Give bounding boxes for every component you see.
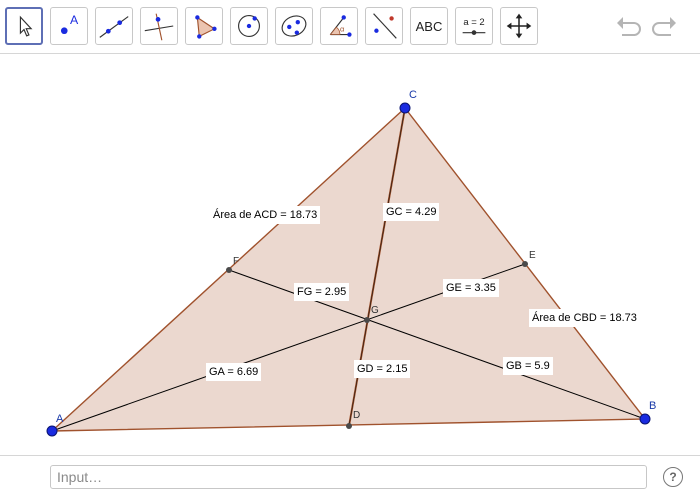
- point-c[interactable]: [399, 102, 411, 114]
- polygon-icon: [195, 15, 217, 39]
- point-a[interactable]: [46, 425, 58, 437]
- reflect-icon: [373, 13, 397, 39]
- move-arrows-icon: [506, 13, 532, 39]
- algebra-input-field[interactable]: [50, 465, 647, 489]
- ellipse-icon: [281, 15, 307, 37]
- gc-length-label[interactable]: GC = 4.29: [383, 203, 440, 221]
- reflect-tool-button[interactable]: [365, 7, 403, 45]
- point-tool-glyph: A: [70, 13, 79, 27]
- move-tool-button[interactable]: [5, 7, 43, 45]
- area-cbd-label[interactable]: Área de CBD = 18.73: [529, 309, 640, 327]
- undo-icon: [617, 17, 641, 36]
- text-tool-label: ABC: [415, 18, 443, 34]
- perpendicular-line-icon: [144, 13, 174, 41]
- slider-tool-glyph: a = 2: [463, 17, 484, 28]
- point-label-e: E: [529, 250, 536, 261]
- gb-length-label[interactable]: GB = 5.9: [503, 357, 553, 375]
- toolbar: A α ABC a = 2: [0, 0, 700, 54]
- area-acd-label[interactable]: Área de ACD = 18.73: [210, 206, 321, 224]
- ga-length-label[interactable]: GA = 6.69: [206, 363, 262, 381]
- graphics-view[interactable]: C A B D E F G Área de ACD = 18.73 Área d…: [0, 54, 700, 454]
- input-bar-container: ?: [0, 455, 700, 500]
- point-d[interactable]: [346, 423, 352, 429]
- point-label-c: C: [409, 89, 417, 101]
- text-tool-button[interactable]: ABC: [410, 7, 448, 45]
- perpendicular-line-tool-button[interactable]: [140, 7, 178, 45]
- point-label-g: G: [371, 305, 379, 316]
- ellipse-tool-button[interactable]: [275, 7, 313, 45]
- line-icon: [99, 16, 129, 38]
- cursor-arrow-icon: [19, 15, 33, 37]
- line-tool-button[interactable]: [95, 7, 133, 45]
- undo-button[interactable]: [613, 12, 643, 42]
- redo-icon: [652, 17, 676, 36]
- point-b[interactable]: [639, 413, 651, 425]
- polygon-tool-button[interactable]: [185, 7, 223, 45]
- angle-tool-button[interactable]: α: [320, 7, 358, 45]
- angle-icon: α: [329, 15, 352, 37]
- gd-length-label[interactable]: GD = 2.15: [354, 360, 411, 378]
- point-label-a: A: [56, 413, 64, 425]
- point-g[interactable]: [364, 317, 370, 323]
- slider-tool-button[interactable]: a = 2: [455, 7, 493, 45]
- svg-text:α: α: [340, 25, 345, 34]
- ge-length-label[interactable]: GE = 3.35: [443, 279, 499, 297]
- circle-icon: [238, 15, 260, 37]
- fg-length-label[interactable]: FG = 2.95: [294, 283, 350, 301]
- point-label-b: B: [649, 400, 657, 412]
- point-e[interactable]: [522, 261, 528, 267]
- redo-button[interactable]: [650, 12, 680, 42]
- point-label-f: F: [233, 256, 240, 267]
- point-f[interactable]: [226, 267, 232, 273]
- point-icon: A: [60, 13, 79, 35]
- move-graphics-view-tool-button[interactable]: [500, 7, 538, 45]
- help-icon[interactable]: ?: [663, 467, 683, 487]
- point-label-d: D: [353, 410, 361, 421]
- triangle-abc[interactable]: [50, 106, 647, 432]
- point-tool-button[interactable]: A: [50, 7, 88, 45]
- slider-icon: a = 2: [462, 17, 486, 35]
- geometry-drawing: [46, 102, 651, 437]
- circle-tool-button[interactable]: [230, 7, 268, 45]
